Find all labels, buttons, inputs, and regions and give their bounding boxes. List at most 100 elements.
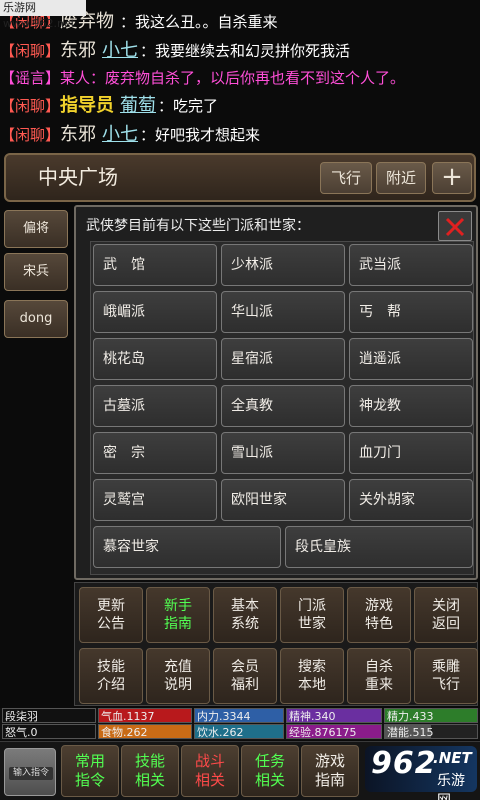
logo-suffix: .NET	[433, 749, 472, 767]
menu-button-line2: 公告	[97, 616, 125, 632]
qianneng-bar: 潜能.515	[384, 724, 478, 739]
sect-button[interactable]: 密 宗	[93, 432, 217, 474]
menu-button[interactable]: 充值 说明	[146, 648, 210, 704]
nearby-button[interactable]: 附近	[376, 162, 426, 194]
tab-button[interactable]: 战斗 相关	[181, 745, 239, 797]
tab-button-line1: 技能	[134, 752, 165, 770]
sect-button[interactable]: 少林派	[221, 244, 345, 286]
sect-button[interactable]: 雪山派	[221, 432, 345, 474]
chat-target[interactable]: 小七	[102, 40, 138, 61]
menu-button-line2: 本地	[298, 677, 326, 693]
chat-message: ：我这么丑。。自杀重来	[120, 13, 278, 31]
tab-button[interactable]: 常用 指令	[61, 745, 119, 797]
jingli-bar: 精力.433	[384, 708, 478, 723]
tab-button-line2: 相关	[194, 771, 225, 789]
tab-button-line2: 相关	[254, 771, 285, 789]
menu-button[interactable]: 基本 系统	[213, 587, 277, 643]
chat-channel[interactable]: 【谣言】	[0, 69, 60, 87]
chat-target[interactable]: 葡萄	[120, 95, 156, 116]
sect-button[interactable]: 灵鹫宫	[93, 479, 217, 521]
plus-button[interactable]: +	[432, 162, 472, 194]
sect-button[interactable]: 逍遥派	[349, 338, 473, 380]
input-command-label: 输入指令	[9, 767, 53, 780]
logo-sub: 乐游网	[437, 773, 465, 800]
menu-button[interactable]: 关闭 返回	[414, 587, 478, 643]
sect-button[interactable]: 全真教	[221, 385, 345, 427]
chat-message: 某人：废弃物自杀了，以后你再也看不到这个人了。	[60, 69, 406, 87]
fly-button[interactable]: 飞行	[320, 162, 372, 194]
menu-button-line2: 返回	[432, 616, 460, 632]
menu-button-line1: 关闭	[432, 598, 460, 614]
tab-button[interactable]: 游戏 指南	[301, 745, 359, 797]
sect-button[interactable]: 关外胡家	[349, 479, 473, 521]
menu-button-line1: 门派	[298, 598, 326, 614]
chat-line: 【闲聊】东邪 小七 ：我要继续去和幻灵拼你死我活	[0, 37, 350, 65]
tab-button-line2: 相关	[134, 771, 165, 789]
menu-button[interactable]: 技能 介绍	[79, 648, 143, 704]
menu-button-line1: 会员	[231, 659, 259, 675]
tab-button-line2: 指令	[74, 771, 105, 789]
menu-button-line2: 指南	[164, 616, 192, 632]
sect-button[interactable]: 古墓派	[93, 385, 217, 427]
chat-line: 【谣言】某人：废弃物自杀了，以后你再也看不到这个人了。	[0, 64, 405, 92]
chat-speaker[interactable]: 东邪	[60, 124, 96, 145]
sect-button[interactable]: 慕容世家	[93, 526, 281, 568]
chat-speaker[interactable]: 指导员	[60, 95, 114, 116]
menu-button-line1: 基本	[231, 598, 259, 614]
input-command-button[interactable]: 输入指令	[4, 748, 56, 796]
menu-button-line1: 新手	[164, 598, 192, 614]
menu-button-line1: 技能	[97, 659, 125, 675]
player-item-1[interactable]: 偏将	[4, 210, 68, 248]
menu-button[interactable]: 搜索 本地	[280, 648, 344, 704]
sect-button[interactable]: 华山派	[221, 291, 345, 333]
nuqi-value: 怒气.0	[2, 724, 96, 739]
sect-button[interactable]: 武 馆	[93, 244, 217, 286]
tab-button[interactable]: 任务 相关	[241, 745, 299, 797]
logo-brand: 962	[371, 746, 437, 781]
menu-button-line2: 系统	[231, 616, 259, 632]
chat-line: 【闲聊】指导员 葡萄 ：吃完了	[0, 92, 218, 120]
player-item-2[interactable]: 宋兵	[4, 253, 68, 291]
menu-button-line1: 自杀	[365, 659, 393, 675]
tab-button[interactable]: 技能 相关	[121, 745, 179, 797]
player-item-3[interactable]: dong	[4, 300, 68, 338]
menu-button[interactable]: 新手 指南	[146, 587, 210, 643]
qixue-bar: 气血.1137	[98, 708, 192, 723]
sect-panel-title: 武侠梦目前有以下这些门派和世家：	[86, 218, 310, 234]
close-panel-button[interactable]	[438, 211, 472, 241]
jingyan-bar: 经验.876175	[286, 724, 382, 739]
yinshui-bar: 饮水.262	[194, 724, 284, 739]
menu-button-line1: 乘雕	[432, 659, 460, 675]
sect-button[interactable]: 峨嵋派	[93, 291, 217, 333]
menu-button-line1: 游戏	[365, 598, 393, 614]
sect-button[interactable]: 段氏皇族	[285, 526, 473, 568]
menu-button[interactable]: 会员 福利	[213, 648, 277, 704]
chat-channel[interactable]: 【闲聊】	[0, 126, 60, 144]
site-logo: 962 .NET 乐游网	[365, 746, 477, 800]
menu-button[interactable]: 乘雕 飞行	[414, 648, 478, 704]
sect-button[interactable]: 神龙教	[349, 385, 473, 427]
jingshen-bar: 精神.340	[286, 708, 382, 723]
menu-button-line1: 更新	[97, 598, 125, 614]
chat-channel[interactable]: 【闲聊】	[0, 97, 60, 115]
menu-button-line2: 世家	[298, 616, 326, 632]
menu-button-line2: 福利	[231, 677, 259, 693]
chat-target[interactable]: 小七	[102, 124, 138, 145]
menu-button[interactable]: 更新 公告	[79, 587, 143, 643]
menu-button-line2: 飞行	[432, 677, 460, 693]
sect-button[interactable]: 血刀门	[349, 432, 473, 474]
menu-button[interactable]: 自杀 重来	[347, 648, 411, 704]
sect-button[interactable]: 武当派	[349, 244, 473, 286]
player-name: 段柒羽	[2, 708, 96, 723]
sect-button[interactable]: 星宿派	[221, 338, 345, 380]
chat-speaker[interactable]: 东邪	[60, 40, 96, 61]
neili-bar: 内力.3344	[194, 708, 284, 723]
sect-button[interactable]: 桃花岛	[93, 338, 217, 380]
sect-grid: 武 馆少林派 武当派峨嵋派 华山派丐 帮桃花岛 星宿派 逍遥派古墓派 全真教 神龙教密 宗雪…	[90, 241, 474, 575]
chat-channel[interactable]: 【闲聊】	[0, 42, 60, 60]
sect-button[interactable]: 丐 帮	[349, 291, 473, 333]
sect-button[interactable]: 欧阳世家	[221, 479, 345, 521]
menu-button[interactable]: 门派 世家	[280, 587, 344, 643]
sect-panel: 武侠梦目前有以下这些门派和世家： 武 馆少林派 武当派峨嵋派 华山派丐 帮桃花岛 星宿…	[74, 205, 478, 580]
menu-button[interactable]: 游戏 特色	[347, 587, 411, 643]
